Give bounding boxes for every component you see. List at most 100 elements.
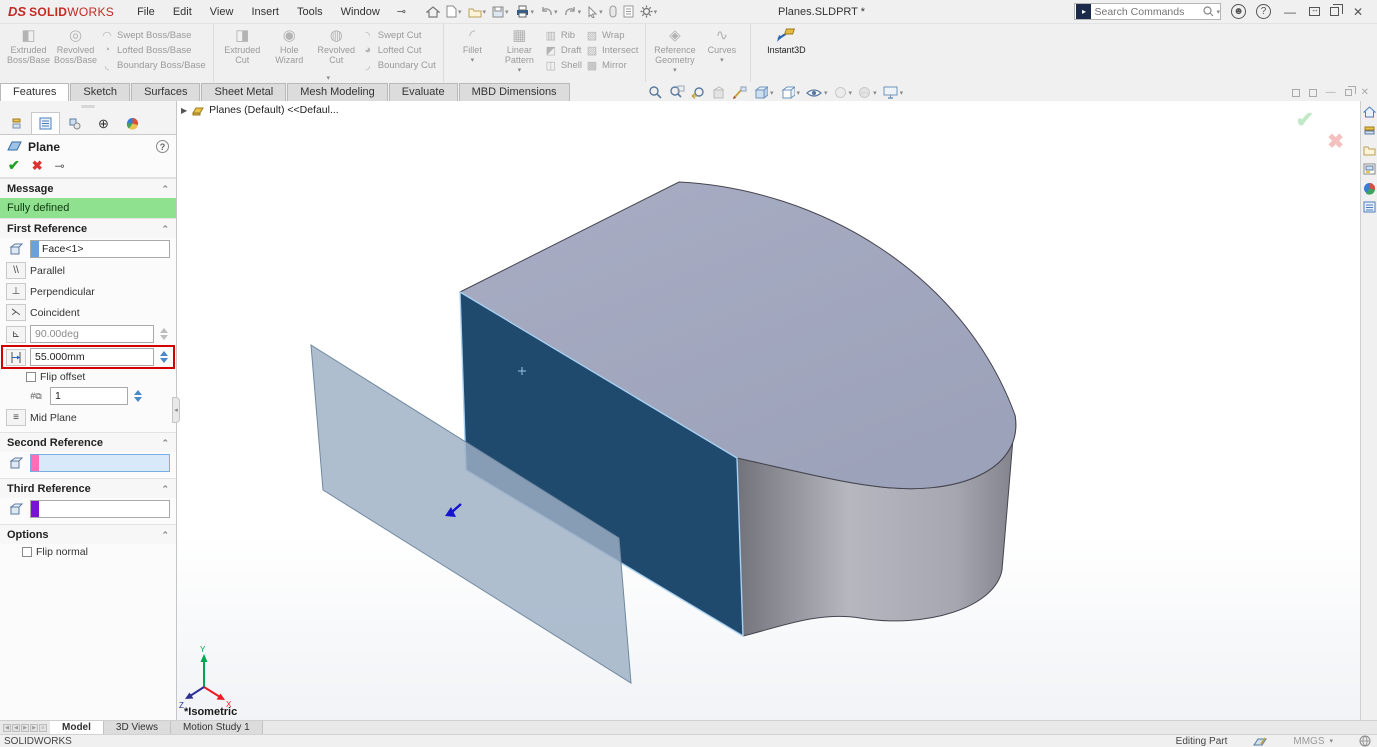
menu-insert[interactable]: Insert bbox=[242, 0, 288, 24]
graphics-viewport[interactable]: Y X Z ▶ Planes (Default) <<Defaul... ✔ ✖… bbox=[177, 101, 1360, 720]
open-button[interactable]: ▾ bbox=[466, 5, 489, 19]
help-icon[interactable]: ? bbox=[1256, 4, 1271, 19]
extruded-cut-button[interactable]: ◨ Extruded Cut bbox=[219, 26, 266, 65]
minimize-button[interactable]: — bbox=[1281, 5, 1299, 19]
group-expand-caret[interactable]: ▾ bbox=[327, 74, 331, 82]
display-style-button[interactable]: ▾ bbox=[780, 85, 801, 100]
revolved-cut-button[interactable]: ◍ Revolved Cut bbox=[313, 26, 360, 65]
offset-distance-input[interactable] bbox=[31, 351, 153, 363]
instant3d-button[interactable]: Instant3D bbox=[756, 26, 816, 55]
menu-window[interactable]: Window bbox=[332, 0, 389, 24]
tab-mesh-modeling[interactable]: Mesh Modeling bbox=[287, 83, 388, 101]
home-tab-icon[interactable] bbox=[1362, 105, 1376, 119]
mid-plane-icon[interactable]: ≡ bbox=[6, 409, 26, 426]
coincident-label[interactable]: Coincident bbox=[30, 307, 80, 319]
options-button[interactable]: ▾ bbox=[638, 4, 660, 19]
fillet-button[interactable]: ◜ Fillet ▾ bbox=[449, 26, 496, 66]
configuration-manager-tab[interactable] bbox=[60, 112, 89, 134]
perpendicular-label[interactable]: Perpendicular bbox=[30, 286, 95, 298]
dropdown-caret[interactable]: ▾ bbox=[900, 89, 904, 97]
view-palette-icon[interactable] bbox=[1362, 162, 1376, 176]
mid-plane-label[interactable]: Mid Plane bbox=[30, 412, 77, 424]
dropdown-caret[interactable]: ▾ bbox=[505, 8, 509, 16]
number-of-planes-field[interactable] bbox=[50, 387, 128, 405]
coincident-constraint-icon[interactable]: ⋋ bbox=[6, 304, 26, 321]
third-reference-selection-box[interactable] bbox=[30, 500, 170, 518]
expand-arrow-icon[interactable]: ▶ bbox=[181, 106, 187, 115]
dynamic-annotation-views-button[interactable] bbox=[732, 86, 747, 100]
third-reference-section-header[interactable]: Third Reference ⌃ bbox=[0, 478, 176, 498]
message-section-header[interactable]: Message ⌃ bbox=[0, 178, 176, 198]
section-view-button[interactable] bbox=[712, 86, 726, 100]
dropdown-caret[interactable]: ▾ bbox=[654, 8, 658, 16]
tab-list-button[interactable]: ≡ bbox=[39, 724, 47, 732]
second-reference-section-header[interactable]: Second Reference ⌃ bbox=[0, 432, 176, 452]
previous-view-button[interactable] bbox=[691, 85, 706, 100]
dropdown-caret[interactable]: ▾ bbox=[458, 8, 462, 16]
pane-right-icon[interactable] bbox=[1309, 89, 1317, 97]
collapse-chevron-icon[interactable]: ⌃ bbox=[161, 224, 169, 235]
offset-distance-spinner[interactable] bbox=[158, 351, 170, 363]
flip-offset-label[interactable]: Flip offset bbox=[40, 371, 85, 383]
dropdown-caret[interactable]: ▾ bbox=[554, 8, 558, 16]
menu-view[interactable]: View bbox=[201, 0, 243, 24]
angle-field[interactable] bbox=[30, 325, 154, 343]
motion-study-tab[interactable]: Motion Study 1 bbox=[171, 721, 263, 734]
fullscreen-button[interactable] bbox=[1309, 7, 1320, 16]
tab-mbd-dimensions[interactable]: MBD Dimensions bbox=[459, 83, 570, 101]
flip-offset-checkbox[interactable] bbox=[26, 372, 36, 382]
wrap-button[interactable]: ▧Wrap bbox=[586, 29, 638, 41]
flip-normal-label[interactable]: Flip normal bbox=[36, 546, 88, 558]
file-explorer-icon[interactable] bbox=[1362, 143, 1376, 157]
parallel-constraint-icon[interactable]: \\ bbox=[6, 262, 26, 279]
rebuild-button[interactable] bbox=[607, 4, 619, 19]
lofted-boss-base-button[interactable]: ◔Lofted Boss/Base bbox=[101, 44, 206, 56]
close-button[interactable]: ✕ bbox=[1349, 5, 1367, 19]
angle-input[interactable] bbox=[31, 328, 153, 340]
second-reference-selection-box[interactable] bbox=[30, 454, 170, 472]
zoom-to-area-button[interactable] bbox=[669, 85, 685, 100]
display-manager-tab[interactable] bbox=[118, 112, 147, 134]
reference-geometry-button[interactable]: ◈ Reference Geometry ▾ bbox=[651, 26, 698, 76]
document-restore-button[interactable] bbox=[1345, 89, 1352, 96]
scroll-first-tab-button[interactable]: ◀ bbox=[3, 724, 11, 732]
dropdown-caret[interactable]: ▾ bbox=[599, 8, 603, 16]
confirmation-corner-cancel[interactable]: ✖ bbox=[1327, 129, 1344, 154]
number-of-planes-input[interactable] bbox=[51, 390, 127, 402]
dimxpert-manager-tab[interactable]: ⊕ bbox=[89, 112, 118, 134]
dropdown-caret[interactable]: ▾ bbox=[483, 8, 487, 16]
tab-sheet-metal[interactable]: Sheet Metal bbox=[201, 83, 286, 101]
restore-button[interactable] bbox=[1330, 7, 1339, 16]
tab-features[interactable]: Features bbox=[0, 83, 69, 101]
print-button[interactable]: ▾ bbox=[513, 4, 537, 19]
tab-sketch[interactable]: Sketch bbox=[70, 83, 130, 101]
number-of-planes-spinner[interactable] bbox=[132, 390, 144, 402]
boundary-boss-base-button[interactable]: ◟Boundary Boss/Base bbox=[101, 59, 206, 71]
edit-appearance-button[interactable]: ▾ bbox=[834, 86, 853, 99]
design-library-icon[interactable] bbox=[1362, 124, 1376, 138]
parallel-label[interactable]: Parallel bbox=[30, 265, 65, 277]
dropdown-caret[interactable]: ▾ bbox=[770, 89, 774, 97]
file-properties-button[interactable] bbox=[621, 4, 636, 19]
feature-manager-tab[interactable] bbox=[2, 112, 31, 134]
hide-show-items-button[interactable]: ▾ bbox=[806, 87, 828, 99]
dropdown-caret[interactable]: ▾ bbox=[797, 89, 801, 97]
search-commands-box[interactable]: ▸ ▾ bbox=[1074, 3, 1221, 20]
collapse-chevron-icon[interactable]: ⌃ bbox=[161, 438, 169, 449]
collapse-chevron-icon[interactable]: ⌃ bbox=[161, 530, 169, 541]
appearances-icon[interactable] bbox=[1362, 181, 1376, 195]
apply-scene-button[interactable]: ▾ bbox=[858, 86, 877, 99]
redo-button[interactable]: ▾ bbox=[562, 5, 584, 18]
save-button[interactable]: ▾ bbox=[490, 5, 511, 19]
undo-button[interactable]: ▾ bbox=[538, 5, 560, 18]
offset-distance-field[interactable] bbox=[30, 348, 154, 366]
flyout-part-name[interactable]: Planes (Default) <<Defaul... bbox=[209, 104, 339, 116]
property-manager-tab[interactable] bbox=[31, 112, 60, 134]
custom-properties-icon[interactable] bbox=[1362, 200, 1376, 214]
dropdown-caret[interactable]: ▾ bbox=[531, 8, 535, 16]
scroll-last-tab-button[interactable]: ▶ bbox=[30, 724, 38, 732]
confirmation-corner-ok[interactable]: ✔ bbox=[1296, 107, 1314, 133]
dropdown-caret[interactable]: ▾ bbox=[518, 66, 522, 76]
home-button[interactable] bbox=[424, 4, 442, 19]
shell-button[interactable]: ◫Shell bbox=[545, 59, 582, 71]
